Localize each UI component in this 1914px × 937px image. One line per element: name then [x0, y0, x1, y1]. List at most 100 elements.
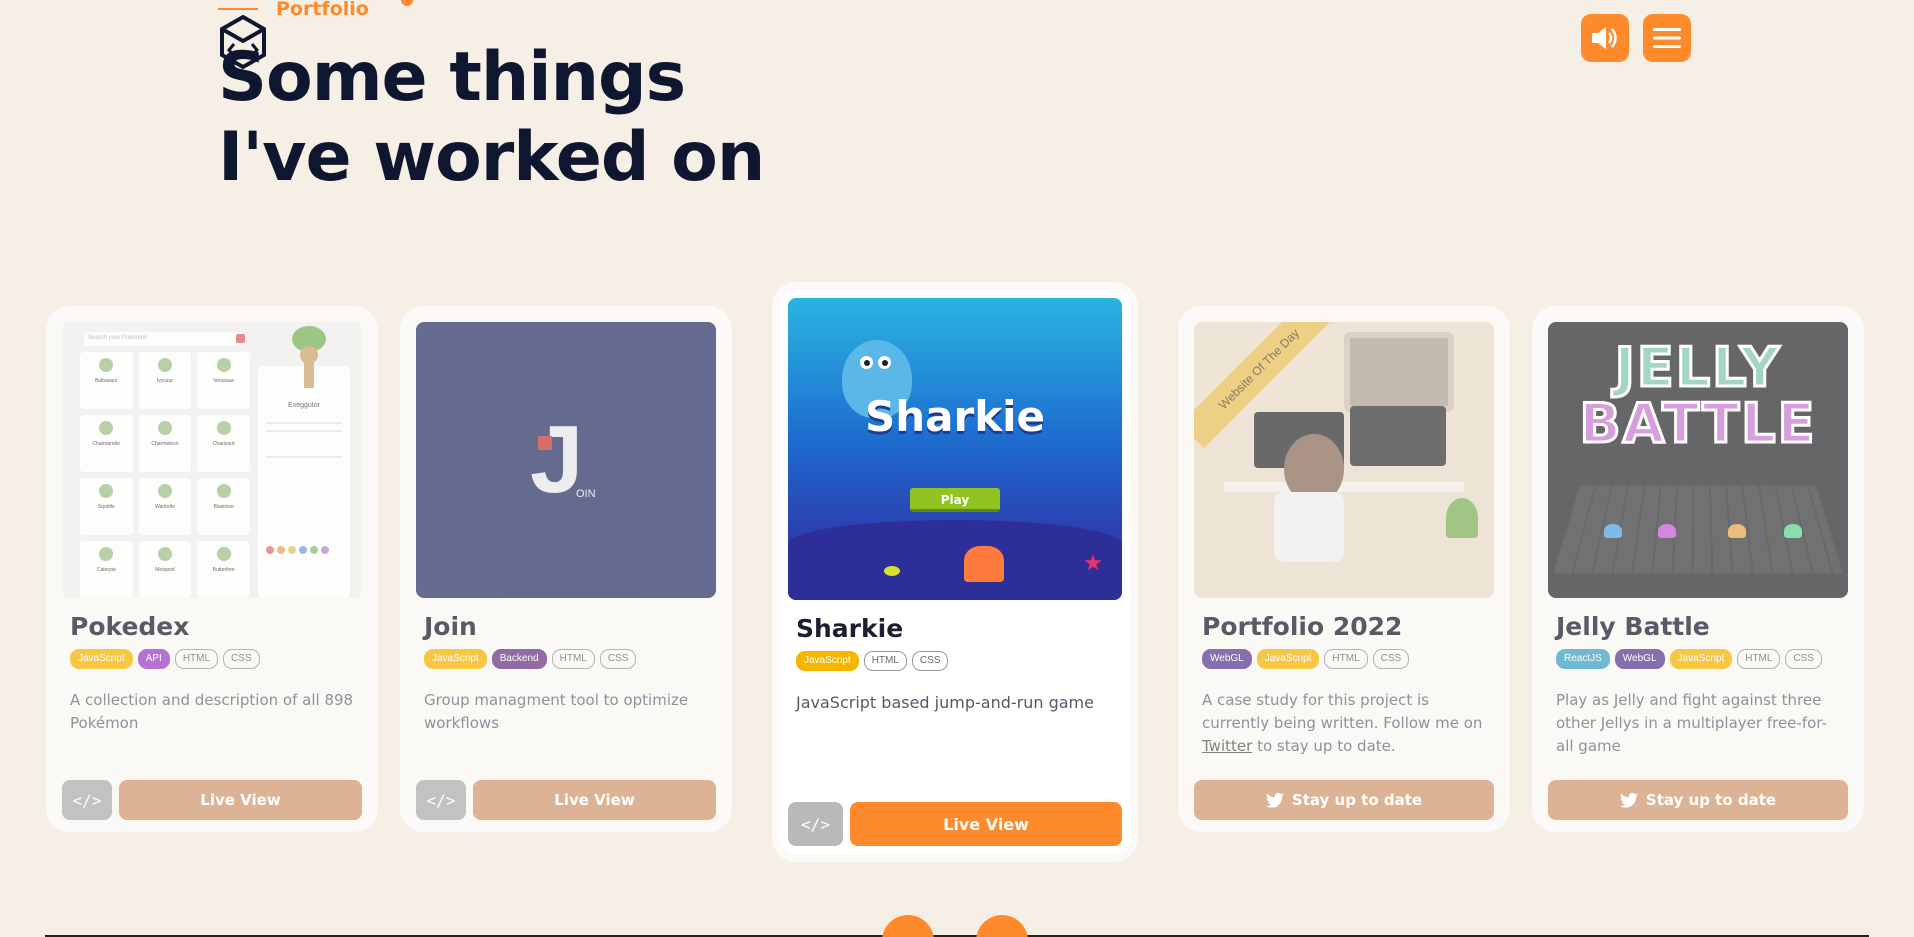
game-title: Sharkie [864, 392, 1046, 441]
preview-stat-circles [266, 546, 329, 554]
preview-detail-panel: Exeggutor [258, 326, 350, 598]
project-description: A case study for this project is current… [1194, 689, 1494, 758]
source-code-button[interactable]: </> [788, 802, 843, 846]
tag-list: JavaScript Backend HTML CSS [416, 649, 716, 669]
project-card-jelly-battle[interactable]: JELLY BATTLE Jelly Battle ReactJS WebGL … [1540, 314, 1856, 824]
preview-pokemon-card: Metapod [138, 541, 192, 598]
card-actions: </> Live View [416, 780, 716, 820]
page-title: Some things I've worked on [218, 38, 765, 198]
live-view-button[interactable]: Live View [119, 780, 362, 820]
join-preview-image: J OIN [416, 322, 716, 598]
card-actions: </> Live View [788, 802, 1122, 846]
menu-button[interactable] [1643, 14, 1691, 62]
tag: CSS [1372, 649, 1410, 669]
live-view-button[interactable]: Live View [850, 802, 1122, 846]
project-card-join[interactable]: J OIN Join JavaScript Backend HTML CSS G… [408, 314, 724, 824]
tag: CSS [223, 649, 260, 669]
preview-pokemon-card: Ivysaur [138, 352, 192, 409]
project-title: Sharkie [796, 614, 904, 643]
preview-pokemon-card: Caterpie [80, 541, 133, 598]
project-title: Jelly Battle [1556, 612, 1710, 641]
twitter-link[interactable]: Twitter [1202, 737, 1252, 755]
description-text: to stay up to date. [1257, 737, 1396, 755]
preview-featured-name: Exeggutor [288, 402, 320, 409]
card-actions: Stay up to date [1548, 780, 1848, 820]
eyebrow-line [218, 8, 258, 10]
preview-pokemon-card: Wartortle [138, 478, 192, 535]
tag: HTML [174, 649, 219, 669]
project-title: Join [424, 612, 477, 641]
tag-list: JavaScript HTML CSS [788, 651, 1122, 671]
jelly-orange [1728, 524, 1746, 538]
monitor-right [1350, 406, 1446, 466]
stay-up-to-date-button[interactable]: Stay up to date [1194, 780, 1494, 820]
pinboard [1344, 332, 1454, 412]
project-title: Portfolio 2022 [1202, 612, 1403, 641]
live-view-button[interactable]: Live View [473, 780, 716, 820]
portfolio-preview-image: Website Of The Day [1194, 322, 1494, 598]
tag: JavaScript [70, 649, 133, 669]
tag: HTML [1737, 649, 1781, 669]
project-card-portfolio-2022[interactable]: Website Of The Day Portfolio 2022 WebGL … [1186, 314, 1502, 824]
plant [1446, 498, 1478, 538]
speaker-icon [1592, 27, 1617, 49]
project-card-pokedex[interactable]: Search your Pokemon Bulbasaur Ivysaur Ve… [54, 314, 370, 824]
desk [1224, 482, 1464, 492]
jelly-green [1784, 524, 1802, 538]
source-code-button[interactable]: </> [62, 780, 112, 820]
title-line-1: Some things [218, 38, 686, 117]
stay-up-to-date-button[interactable]: Stay up to date [1548, 780, 1848, 820]
chair [1274, 492, 1344, 562]
accent-dot [401, 0, 413, 6]
preview-search-bar: Search your Pokemon [84, 332, 244, 346]
tag: HTML [551, 649, 595, 669]
button-label: Stay up to date [1645, 791, 1777, 809]
eyebrow-text: Portfolio [276, 0, 369, 20]
tag: JavaScript [1669, 649, 1733, 669]
tag: JavaScript [1256, 649, 1320, 669]
sound-toggle-button[interactable] [1581, 14, 1629, 62]
hamburger-icon [1653, 28, 1681, 48]
twitter-icon [1265, 792, 1284, 808]
source-code-button[interactable]: </> [416, 780, 466, 820]
tag-list: ReactJS WebGL JavaScript HTML CSS [1548, 649, 1848, 669]
tag: WebGL [1614, 649, 1665, 669]
preview-pokemon-card: Charizard [197, 415, 250, 472]
preview-pokemon-card: Charmander [80, 415, 133, 472]
tag-list: WebGL JavaScript HTML CSS [1194, 649, 1494, 669]
carousel-prev-button[interactable] [882, 915, 934, 937]
tag: ReactJS [1556, 649, 1610, 669]
preview-pokemon-card: Venusaur [197, 352, 250, 409]
logo-line-2: BATTLE [1578, 392, 1817, 455]
twitter-icon [1619, 792, 1638, 808]
fish [884, 566, 900, 576]
jelly-battle-preview-image: JELLY BATTLE [1548, 322, 1848, 598]
button-label: Stay up to date [1291, 791, 1423, 809]
tag: Backend [491, 649, 547, 669]
project-title: Pokedex [70, 612, 190, 641]
card-actions: Stay up to date [1194, 780, 1494, 820]
project-card-sharkie[interactable]: Sharkie Play Sharkie JavaScript HTML CSS… [780, 290, 1130, 854]
jelly-purple [1658, 524, 1676, 538]
preview-exeggutor-image [288, 326, 328, 396]
preview-pokemon-card: Blastoise [197, 478, 250, 535]
game-play-button: Play [910, 488, 1000, 512]
tag: CSS [911, 651, 949, 671]
join-logo-word: OIN [576, 488, 596, 500]
tag: API [137, 649, 170, 669]
tag: WebGL [1202, 649, 1252, 669]
preview-pokemon-card: Charmeleon [138, 415, 192, 472]
preview-search-icon [236, 334, 245, 343]
preview-pokemon-card: Butterfree [197, 541, 250, 598]
project-description: Group managment tool to optimize workflo… [424, 691, 689, 732]
tag: HTML [1324, 649, 1368, 669]
carousel-next-button[interactable] [976, 915, 1028, 937]
tag: CSS [599, 649, 637, 669]
preview-pokemon-grid: Bulbasaur Ivysaur Venusaur Charmander Ch… [80, 352, 250, 598]
project-description: Play as Jelly and fight against three ot… [1556, 691, 1827, 755]
preview-pokemon-card: Bulbasaur [80, 352, 133, 409]
title-line-2: I've worked on [218, 118, 765, 197]
join-logo-accent [538, 436, 552, 450]
pokedex-preview-image: Search your Pokemon Bulbasaur Ivysaur Ve… [62, 322, 362, 598]
tag: CSS [1785, 649, 1823, 669]
